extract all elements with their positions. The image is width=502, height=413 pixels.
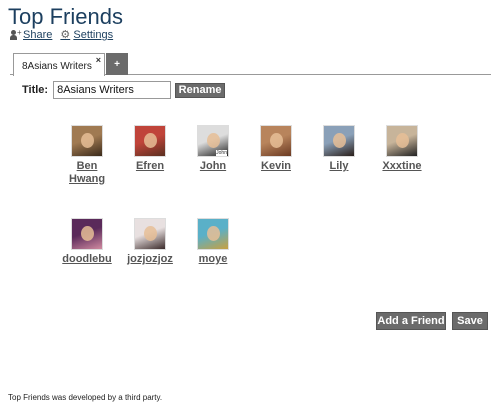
friend-name-link[interactable]: Ben Hwang [69, 160, 105, 186]
title-label: Title: [22, 84, 49, 96]
tab-label: 8Asians Writers [22, 61, 92, 72]
friend-item[interactable]: doodlebu [61, 218, 113, 266]
avatar[interactable] [134, 218, 166, 250]
settings-label: Settings [73, 29, 114, 41]
friend-item[interactable]: Xxxtine [376, 125, 428, 173]
friend-name-link[interactable]: John [187, 160, 239, 173]
friend-name-link[interactable]: moye [187, 253, 239, 266]
avatar[interactable] [71, 218, 103, 250]
add-friend-button[interactable]: Add a Friend [376, 312, 446, 330]
close-icon[interactable]: × [96, 55, 101, 65]
friend-name-link[interactable]: Efren [124, 160, 176, 173]
page-title: Top Friends [8, 4, 123, 29]
rename-button[interactable]: Rename [175, 82, 226, 98]
avatar[interactable] [386, 125, 418, 157]
share-link[interactable]: + Share [10, 28, 53, 41]
settings-link[interactable]: ⚙ Settings [60, 29, 113, 41]
add-tab-button[interactable]: + [106, 53, 128, 75]
action-links: + Share ⚙ Settings [10, 28, 113, 41]
avatar[interactable] [134, 125, 166, 157]
avatar[interactable] [323, 125, 355, 157]
title-row: Title: Rename [22, 81, 226, 99]
friend-item[interactable]: John John [187, 125, 239, 173]
tab-8asians-writers[interactable]: 8Asians Writers × [13, 53, 105, 76]
friend-item[interactable]: moye [187, 218, 239, 266]
avatar[interactable]: John [197, 125, 229, 157]
friend-name-link[interactable]: Lily [313, 160, 365, 173]
avatar-caption: John [216, 150, 227, 156]
title-input[interactable] [53, 81, 172, 99]
share-icon: + [10, 28, 22, 41]
gear-icon: ⚙ [60, 28, 71, 41]
tab-bar: 8Asians Writers × + [10, 53, 491, 76]
avatar[interactable] [197, 218, 229, 250]
share-label: Share [23, 29, 53, 41]
friend-item[interactable]: jozjozjoz [124, 218, 176, 266]
friend-item[interactable]: Kevin [250, 125, 302, 173]
avatar[interactable] [260, 125, 292, 157]
friend-item[interactable]: Ben Hwang [61, 125, 113, 186]
avatar[interactable] [71, 125, 103, 157]
friend-name-link[interactable]: Kevin [250, 160, 302, 173]
friend-item[interactable]: Lily [313, 125, 365, 173]
friend-name-link[interactable]: Xxxtine [376, 160, 428, 173]
friend-item[interactable]: Efren [124, 125, 176, 173]
save-button[interactable]: Save [452, 312, 488, 330]
friend-name-link[interactable]: doodlebu [61, 253, 113, 266]
friend-name-link[interactable]: jozjozjoz [124, 253, 176, 266]
footer-note: Top Friends was developed by a third par… [8, 393, 163, 402]
